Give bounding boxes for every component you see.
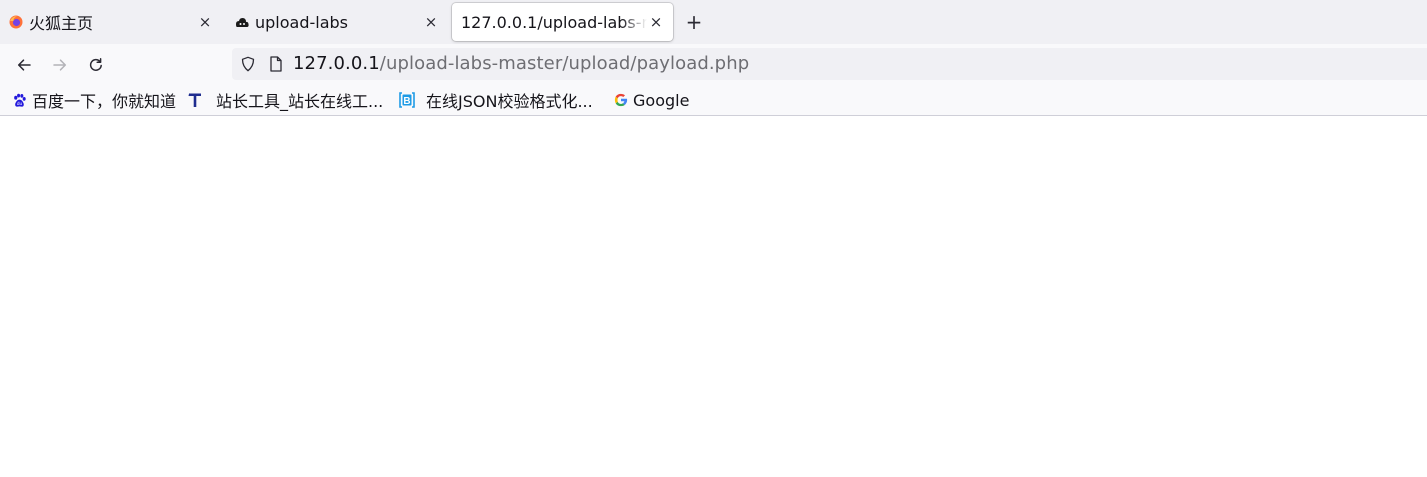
svg-text:B: B [403, 96, 410, 107]
tab-title: 127.0.0.1/upload-labs-master/upload/payl… [461, 12, 647, 32]
close-icon[interactable]: × [647, 13, 665, 31]
bookmark-label: 在线JSON校验格式化... [426, 92, 593, 111]
svg-text:du: du [16, 101, 22, 106]
reload-icon [89, 58, 102, 71]
bookmark-label: Google [633, 90, 690, 110]
page-content [0, 116, 1427, 476]
address-bar[interactable]: 127.0.0.1/upload-labs-master/upload/payl… [232, 48, 1427, 80]
google-g-icon [613, 92, 629, 108]
arrow-right-icon [53, 59, 67, 71]
chinaz-t-icon [187, 92, 203, 108]
shield-icon[interactable] [240, 56, 256, 72]
navigation-toolbar: 127.0.0.1/upload-labs-master/upload/payl… [0, 44, 1427, 84]
url-text[interactable]: 127.0.0.1/upload-labs-master/upload/payl… [293, 53, 749, 74]
browser-chrome: 火狐主页 × upload-labs × 127.0.0.1/upload-la… [0, 0, 1427, 116]
close-icon[interactable]: × [196, 13, 214, 31]
bookmarks-toolbar: du 百度一下，你就知道 站长工具_站长在线工... B 在线JSON校验格式化… [0, 84, 1427, 116]
bookmark-label: 百度一下，你就知道 [32, 92, 177, 111]
firefox-icon [9, 15, 23, 29]
bookmark-baidu[interactable]: du 百度一下，你就知道 [11, 90, 177, 111]
url-host: 127.0.0.1 [293, 53, 380, 74]
bookmark-chinaz[interactable]: 站长工具_站长在线工... [187, 90, 384, 111]
bejson-b-icon: B [399, 92, 415, 108]
bookmark-label: 站长工具_站长在线工... [216, 92, 384, 111]
cloud-icon [235, 15, 249, 29]
baidu-paw-icon: du [11, 92, 27, 108]
tab-title: 火狐主页 [29, 14, 94, 33]
tab-title: upload-labs [255, 12, 349, 32]
close-icon[interactable]: × [422, 13, 440, 31]
tab-upload-labs[interactable]: upload-labs × [226, 3, 448, 41]
tab-payload-active[interactable]: 127.0.0.1/upload-labs-master/upload/payl… [452, 3, 673, 41]
reload-button[interactable] [84, 53, 108, 77]
tab-strip: 火狐主页 × upload-labs × 127.0.0.1/upload-la… [0, 0, 1427, 44]
forward-button[interactable] [48, 53, 72, 77]
url-path: /upload-labs-master/upload/payload.php [379, 53, 750, 74]
bookmark-google[interactable]: Google [613, 90, 689, 110]
tab-firefox-home[interactable]: 火狐主页 × [0, 3, 222, 41]
bookmark-bejson[interactable]: B 在线JSON校验格式化... [399, 90, 593, 111]
back-button[interactable] [12, 53, 36, 77]
arrow-left-icon [17, 59, 31, 71]
new-tab-button[interactable]: + [683, 10, 705, 34]
page-icon[interactable] [269, 56, 283, 72]
